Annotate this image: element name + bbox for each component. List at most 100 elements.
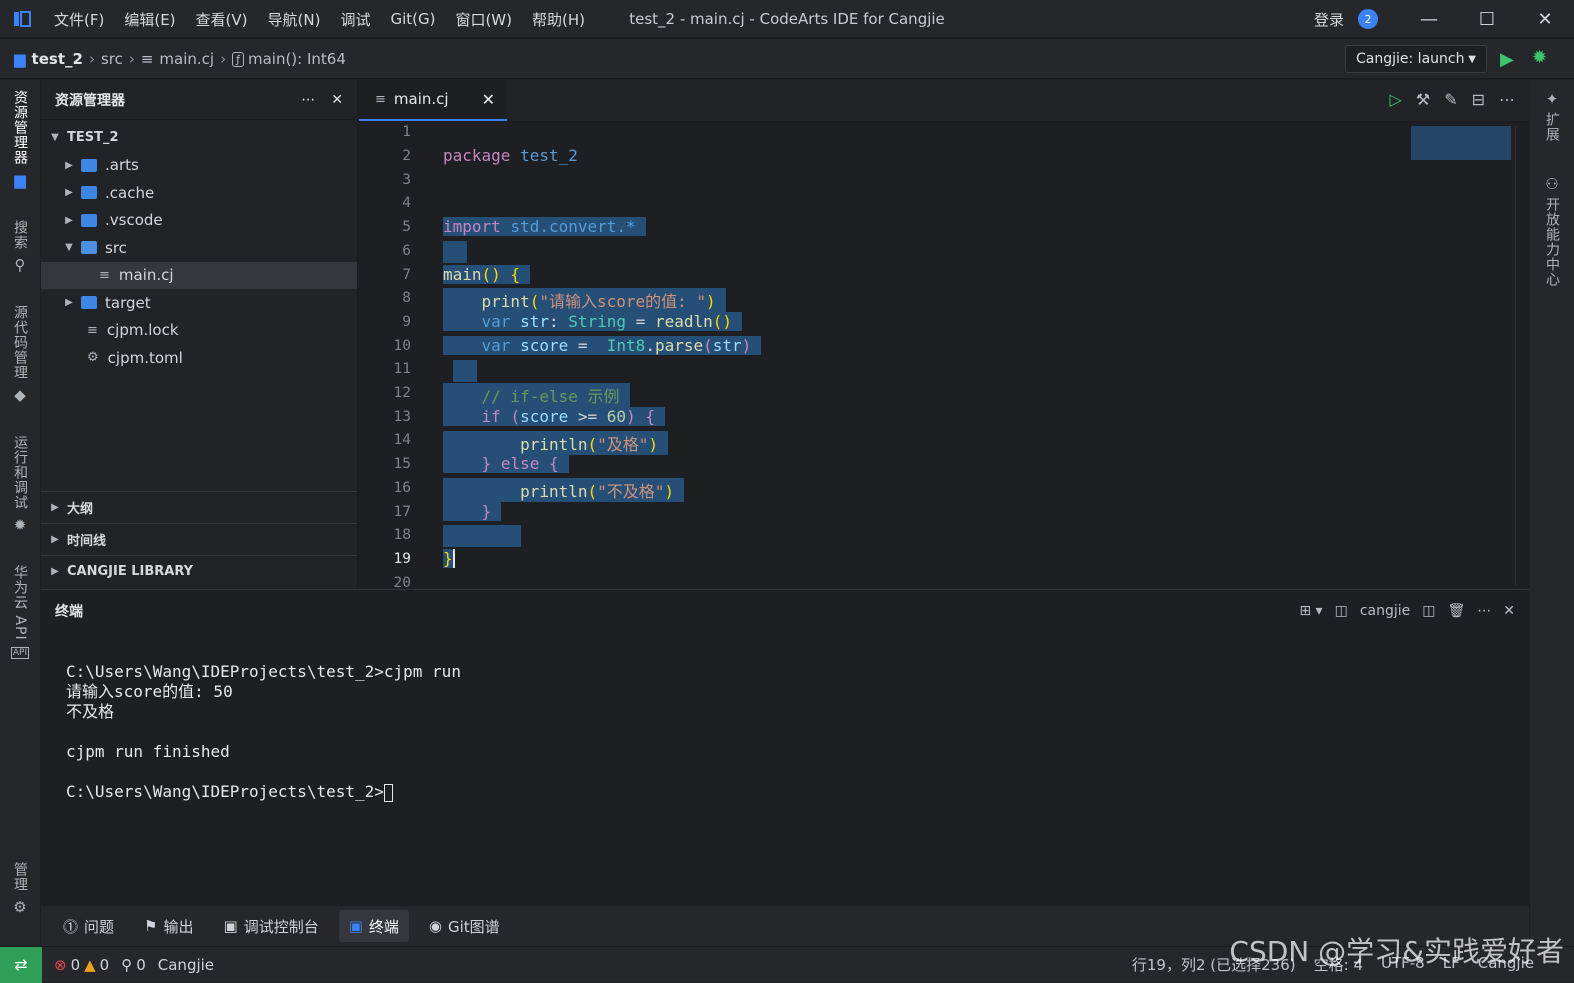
run-icon[interactable]: ▷ — [1390, 90, 1402, 109]
minimize-button[interactable]: — — [1400, 0, 1458, 38]
code-line-6 — [443, 241, 467, 263]
operator: >= — [577, 407, 598, 426]
breadcrumb-folder[interactable]: src — [101, 50, 123, 68]
notification-badge[interactable]: 2 — [1358, 9, 1378, 29]
title-bar: 文件(F) 编辑(E) 查看(V) 导航(N) 调试 Git(G) 窗口(W) … — [0, 0, 1574, 38]
activity-cloud-api[interactable]: 华为云 API API — [0, 565, 40, 659]
hammer-icon[interactable]: ⚒ — [1416, 90, 1430, 109]
tree-item-cache[interactable]: ▶ .cache — [41, 179, 357, 207]
status-ports[interactable]: ⚲ 0 — [121, 956, 146, 974]
line-number: 4 — [402, 195, 411, 211]
menu-file[interactable]: 文件(F) — [44, 9, 114, 30]
status-language-label[interactable]: Cangjie — [158, 956, 214, 974]
menu-navigate[interactable]: 导航(N) — [258, 9, 331, 30]
new-terminal-icon[interactable]: ⊞ ▾ — [1299, 603, 1322, 619]
identifier: score — [520, 407, 569, 426]
run-config-select[interactable]: Cangjie: launch ▼ — [1345, 45, 1487, 73]
chevron-right-icon: ▶ — [51, 566, 59, 577]
login-button[interactable]: 登录 — [1314, 9, 1344, 30]
tab-output[interactable]: ⚑ 输出 — [134, 910, 203, 942]
hierarchy-icon: ⚇ — [1545, 175, 1559, 193]
folder-icon: ▆ — [14, 171, 26, 189]
more-actions-icon[interactable]: ⋯ — [1477, 603, 1491, 619]
tree-item-src[interactable]: ▼ src — [41, 234, 357, 262]
tab-problems[interactable]: ⓵ 问题 — [53, 910, 124, 942]
file-lines-icon: ≡ — [87, 322, 98, 338]
breadcrumb-bar: ▆ test_2 › src › ≡ main.cj › ƒ main(): I… — [0, 39, 1574, 79]
panel-outline[interactable]: ▶ 大纲 — [41, 491, 357, 523]
tree-item-main-cj[interactable]: ≡ main.cj — [41, 261, 357, 289]
minimap[interactable] — [1411, 126, 1511, 160]
line-number: 10 — [393, 338, 411, 354]
close-icon[interactable]: ✕ — [331, 92, 343, 108]
menu-help[interactable]: 帮助(H) — [522, 9, 595, 30]
identifier: score — [520, 336, 569, 355]
edit-pencil-icon[interactable]: ✎ — [1444, 90, 1457, 109]
trash-icon[interactable]: 🗑 — [1447, 603, 1465, 619]
menu-edit[interactable]: 编辑(E) — [114, 9, 185, 30]
close-icon[interactable]: ✕ — [1503, 603, 1515, 619]
run-icon[interactable]: ▶ — [1500, 49, 1514, 70]
terminal-header: 终端 ⊞ ▾ ◫ cangjie ◫ 🗑 ⋯ ✕ — [41, 590, 1529, 632]
menu-git[interactable]: Git(G) — [380, 10, 445, 28]
activity-run-debug[interactable]: 运行和调试 ✹ — [0, 435, 40, 534]
close-icon[interactable]: ✕ — [482, 90, 495, 109]
split-editor-icon[interactable]: ⊟ — [1472, 90, 1485, 109]
chevron-down-icon: ▼ — [1468, 53, 1476, 65]
tab-git-graph[interactable]: ◉ Git图谱 — [419, 910, 510, 942]
maximize-button[interactable]: ☐ — [1458, 0, 1516, 38]
identifier: str — [712, 336, 742, 355]
editor-scrollbar[interactable] — [1515, 126, 1529, 586]
remote-indicator-icon[interactable]: ⇄ — [0, 946, 42, 983]
panel-cangjie-library[interactable]: ▶ CANGJIE LIBRARY — [41, 555, 357, 587]
code-editor: ≡ main.cj ✕ ▷ ⚒ ✎ ⊟ ⋯ 1 2 3 4 5 6 7 8 9 … — [359, 79, 1529, 591]
activity-open-capability-label: 开放能力中心 — [1544, 197, 1560, 287]
debug-bug-icon[interactable]: ✹ — [1532, 47, 1547, 68]
type-name: Int8 — [606, 336, 646, 355]
tab-main-cj[interactable]: ≡ main.cj ✕ — [359, 79, 507, 121]
editor-toolbar: ▷ ⚒ ✎ ⊟ ⋯ — [1390, 90, 1515, 109]
close-window-button[interactable]: ✕ — [1516, 0, 1574, 38]
terminal-line: cjpm run finished — [66, 742, 230, 761]
error-icon: ⊗ — [54, 955, 67, 974]
activity-scm[interactable]: 源代码管理 ◆ — [0, 305, 40, 404]
more-actions-icon[interactable]: ⋯ — [1499, 90, 1515, 109]
tree-item-label: .arts — [105, 156, 139, 175]
line-number: 13 — [393, 409, 411, 425]
chevron-down-icon: ▼ — [65, 242, 73, 254]
tab-terminal[interactable]: ▣ 终端 — [338, 910, 409, 942]
more-actions-icon[interactable]: ⋯ — [301, 92, 315, 108]
terminal-output[interactable]: C:\Users\Wang\IDEProjects\test_2> cjpm ru… — [41, 632, 1529, 832]
activity-manage[interactable]: 管理 ⚙ — [0, 862, 40, 916]
tree-item-cjpm-lock[interactable]: ≡ cjpm.lock — [41, 317, 357, 345]
menu-debug[interactable]: 调试 — [330, 9, 380, 30]
bug-icon: ✹ — [13, 516, 27, 534]
breadcrumb-file[interactable]: main.cj — [159, 50, 214, 68]
breadcrumb-symbol[interactable]: main(): Int64 — [248, 50, 346, 68]
tree-item-label: src — [105, 238, 127, 257]
tree-item-arts[interactable]: ▶ .arts — [41, 152, 357, 180]
chevron-right-icon: ▶ — [65, 187, 73, 199]
panel-timeline[interactable]: ▶ 时间线 — [41, 523, 357, 555]
breadcrumb-project[interactable]: test_2 — [32, 50, 83, 68]
tree-item-label: .cache — [105, 183, 155, 202]
code-line-8: print("请输入score的值: ") — [443, 288, 726, 312]
terminal-profile-name[interactable]: cangjie — [1360, 603, 1410, 619]
number-literal: 60 — [606, 407, 627, 426]
tree-item-target[interactable]: ▶ target — [41, 289, 357, 317]
tree-item-cjpm-toml[interactable]: ⚙ cjpm.toml — [41, 344, 357, 372]
activity-extensions[interactable]: ✦ 扩展 — [1530, 90, 1574, 142]
tree-root[interactable]: ▼ TEST_2 — [41, 124, 357, 152]
status-problems[interactable]: ⊗ 0 ▲ 0 — [54, 956, 109, 974]
chevron-right-icon: ▶ — [65, 214, 73, 226]
tab-debug-console[interactable]: ▣ 调试控制台 — [214, 910, 329, 942]
menu-window[interactable]: 窗口(W) — [445, 9, 522, 30]
activity-search[interactable]: 搜索 ⚲ — [0, 220, 40, 274]
split-terminal-icon[interactable]: ◫ — [1422, 603, 1435, 619]
menu-view[interactable]: 查看(V) — [186, 9, 258, 30]
source-control-icon: ◆ — [14, 386, 26, 404]
activity-open-capability[interactable]: ⚇ 开放能力中心 — [1530, 175, 1574, 287]
tree-item-vscode[interactable]: ▶ .vscode — [41, 207, 357, 235]
activity-explorer[interactable]: 资源管理器 ▆ — [0, 90, 40, 189]
terminal-title: 终端 — [55, 604, 83, 620]
